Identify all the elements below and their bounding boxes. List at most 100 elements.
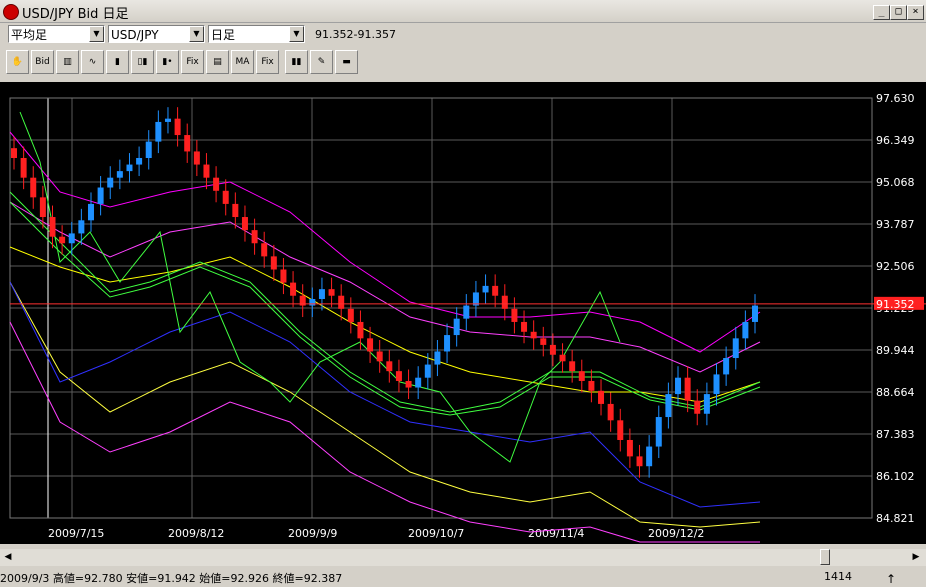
candle (107, 177, 114, 188)
bid-ask-icon[interactable]: Bid (31, 50, 54, 74)
candle (126, 164, 133, 172)
lower-band-2 (9, 321, 760, 543)
candle (588, 380, 595, 391)
close-button[interactable]: × (907, 5, 924, 20)
mode-select-value: 平均足 (11, 28, 48, 42)
candle (434, 351, 441, 365)
maximize-button[interactable]: □ (890, 5, 907, 20)
candle (309, 298, 316, 306)
upper-band-3 (9, 131, 761, 353)
candle (598, 390, 605, 404)
candle (213, 177, 220, 191)
bar-chart-icon[interactable]: ▥ (56, 50, 79, 74)
pair-select[interactable]: USD/JPY ▼ (108, 25, 205, 43)
candle (164, 118, 171, 122)
y-tick-label: 95.068 (876, 176, 915, 189)
candle (20, 158, 27, 178)
candle (463, 305, 470, 319)
candle (318, 289, 325, 299)
candle (482, 285, 489, 293)
ma-fix-icon[interactable]: MA (231, 50, 254, 74)
candle (116, 171, 123, 178)
hand-icon[interactable]: ✋ (6, 50, 29, 74)
cursor-icon: ↑ (886, 572, 897, 586)
candle (395, 371, 402, 381)
fix-table-icon[interactable]: Fix (256, 50, 279, 74)
candle (155, 121, 162, 142)
window-title: USD/JPY Bid 日足 (22, 7, 129, 22)
candle (261, 243, 268, 257)
oscillator-line (19, 111, 621, 463)
mode-select[interactable]: 平均足 ▼ (8, 25, 105, 43)
candlestick-chart[interactable]: 97.63096.34995.06893.78792.50691.22589.9… (0, 82, 926, 544)
app-icon (3, 4, 19, 20)
candle (424, 364, 431, 378)
candle (492, 285, 499, 296)
chart-gray-icon[interactable]: ▤ (206, 50, 229, 74)
candle (723, 358, 730, 375)
candle (655, 417, 662, 447)
candle (636, 456, 643, 467)
chart-area[interactable]: 97.63096.34995.06893.78792.50691.22589.9… (0, 82, 926, 544)
x-tick-label: 2009/10/7 (408, 527, 464, 540)
y-tick-label: 87.383 (876, 428, 915, 441)
upper-band-1 (9, 246, 761, 403)
candle-dots-icon[interactable]: ▮• (156, 50, 179, 74)
candle (357, 321, 364, 339)
candle-color-icon[interactable]: ▮▮ (285, 50, 308, 74)
candle (626, 439, 633, 457)
candle (415, 377, 422, 388)
candle (530, 331, 537, 339)
candle (386, 361, 393, 372)
scroll-right-icon[interactable]: ▶ (908, 549, 924, 565)
candle (617, 420, 624, 440)
candle (68, 233, 75, 244)
chevron-down-icon[interactable]: ▼ (289, 26, 304, 42)
candle-red-icon[interactable]: ▮ (106, 50, 129, 74)
candle (501, 295, 508, 309)
candle (703, 394, 710, 414)
candle (559, 354, 566, 362)
candle (646, 446, 653, 467)
y-tick-label: 97.630 (876, 92, 915, 105)
candle (607, 403, 614, 421)
candle (203, 164, 210, 178)
candle (453, 318, 460, 336)
candle (742, 321, 749, 339)
candle (511, 308, 518, 322)
candle (376, 351, 383, 362)
pencil-icon[interactable]: ✎ (310, 50, 333, 74)
x-tick-label: 2009/9/9 (288, 527, 337, 540)
candle (87, 203, 94, 221)
scroll-thumb[interactable] (820, 549, 830, 565)
candle (241, 217, 248, 231)
candle (569, 361, 576, 372)
candle (78, 220, 85, 234)
printer-icon[interactable]: ▬ (335, 50, 358, 74)
x-tick-label: 2009/7/15 (48, 527, 104, 540)
wave-icon[interactable]: ∿ (81, 50, 104, 74)
y-tick-label: 92.506 (876, 260, 915, 273)
period-select[interactable]: 日足 ▼ (208, 25, 305, 43)
candle (97, 187, 104, 204)
candle (444, 335, 451, 352)
candle (193, 151, 200, 165)
candle (49, 217, 56, 237)
candle-pair-icon[interactable]: ▯▮ (131, 50, 154, 74)
title-bar: USD/JPY Bid 日足 _ □ × (0, 0, 926, 23)
chevron-down-icon[interactable]: ▼ (89, 26, 104, 42)
y-tick-label: 89.944 (876, 344, 915, 357)
fix-icon[interactable]: Fix (181, 50, 204, 74)
candle (694, 400, 701, 414)
candle (713, 374, 720, 395)
pair-select-value: USD/JPY (111, 28, 159, 42)
y-tick-label: 86.102 (876, 470, 915, 483)
candle (280, 269, 287, 283)
candle (684, 377, 691, 401)
ohlc-readout: 2009/9/3 高値=92.780 安値=91.942 始値=92.926 終… (0, 572, 343, 585)
chevron-down-icon[interactable]: ▼ (189, 26, 204, 42)
candle (290, 282, 297, 296)
minimize-button[interactable]: _ (873, 5, 890, 20)
scroll-left-icon[interactable]: ◀ (0, 549, 16, 565)
horizontal-scrollbar[interactable]: ◀ ▶ (0, 549, 926, 566)
